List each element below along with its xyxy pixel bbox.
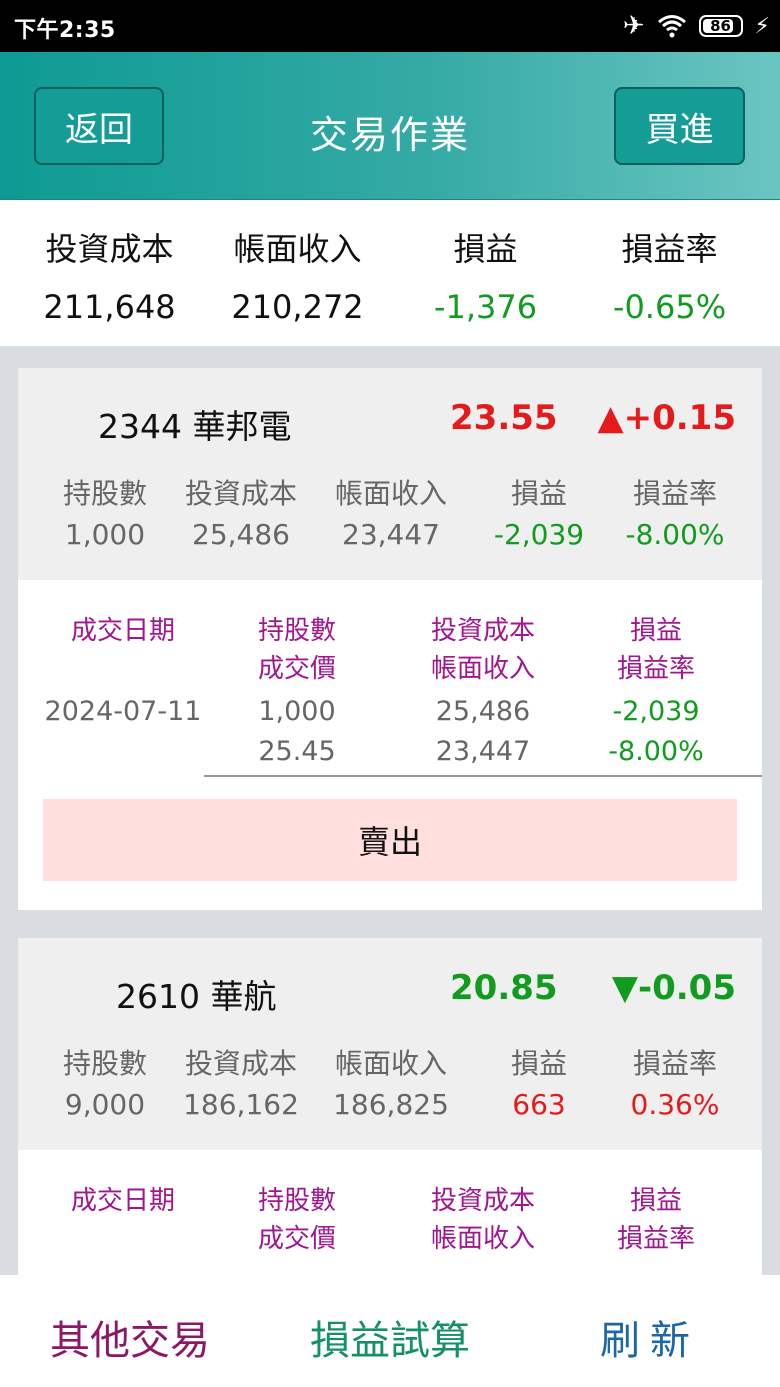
trade-income: 23,447 — [435, 736, 531, 767]
stock-change: ▲+0.15 — [597, 398, 736, 438]
holding-column-headers: 持股數 投資成本 帳面收入 損益 損益率 — [18, 1042, 762, 1082]
other-trades-button[interactable]: 其他交易 — [30, 1308, 230, 1366]
holding-rate: -8.00% — [625, 518, 725, 551]
summary-value: 211,648 — [43, 288, 176, 326]
app-header: 返回 交易作業 買進 — [0, 52, 780, 200]
column-header: 損益 — [510, 1047, 567, 1080]
column-header: 成交價 — [257, 654, 336, 684]
holding-card[interactable]: 2344 華邦電 23.55 ▲+0.15 持股數 投資成本 帳面收入 損益 損… — [18, 368, 762, 910]
column-header: 損益 — [510, 477, 567, 510]
divider — [204, 775, 762, 777]
battery-icon: 86 — [698, 15, 743, 37]
column-header: 投資成本 — [430, 616, 535, 646]
column-header: 損益率 — [616, 654, 695, 684]
holding-income: 186,825 — [333, 1088, 449, 1121]
charging-icon: ⚡ — [754, 13, 770, 39]
column-header: 帳面收入 — [334, 1047, 447, 1080]
column-header: 損益 — [629, 1186, 682, 1216]
trade-cost: 25,486 — [435, 696, 531, 727]
column-header: 損益 — [629, 616, 682, 646]
column-header: 投資成本 — [430, 1186, 535, 1216]
refresh-button[interactable]: 刷新 — [560, 1308, 740, 1366]
column-header: 帳面收入 — [430, 1224, 535, 1254]
column-header: 帳面收入 — [430, 654, 535, 684]
page-title: 交易作業 — [309, 113, 470, 157]
column-header: 投資成本 — [184, 1047, 297, 1080]
holding-values: 9,000 186,162 186,825 663 0.36% — [18, 1088, 762, 1128]
holding-cost: 186,162 — [183, 1088, 299, 1121]
buy-button[interactable]: 買進 — [614, 87, 745, 165]
trade-column-headers: 成交價 帳面收入 損益率 — [18, 1218, 762, 1258]
trade-price: 25.45 — [258, 736, 336, 767]
stock-price: 23.55 — [450, 398, 558, 438]
trade-rate: -8.00% — [608, 736, 704, 767]
trade-column-headers: 成交日期 持股數 投資成本 損益 — [18, 610, 762, 650]
summary-value: 210,272 — [231, 288, 364, 326]
holding-card[interactable]: 2610 華航 20.85 ▼-0.05 持股數 投資成本 帳面收入 損益 損益… — [18, 938, 762, 1275]
holding-rate: 0.36% — [630, 1088, 720, 1121]
trade-column-headers: 成交日期 持股數 投資成本 損益 — [18, 1180, 762, 1220]
trade-column-headers: 成交價 帳面收入 損益率 — [18, 648, 762, 688]
stock-name: 2344 華邦電 — [98, 407, 292, 446]
column-header: 帳面收入 — [334, 477, 447, 510]
airplane-mode-icon: ✈ — [622, 11, 645, 41]
wifi-icon — [657, 15, 686, 38]
portfolio-summary: 投資成本 211,648 帳面收入 210,272 損益 -1,376 損益率 … — [0, 200, 780, 346]
holding-values: 1,000 25,486 23,447 -2,039 -8.00% — [18, 518, 762, 558]
trade-pl: -2,039 — [612, 696, 700, 727]
trade-date: 2024-07-11 — [44, 696, 202, 727]
stock-name: 2610 華航 — [116, 977, 277, 1016]
column-header: 成交價 — [257, 1224, 336, 1254]
column-header: 持股數 — [257, 616, 336, 646]
column-header: 持股數 — [62, 1047, 147, 1080]
trade-shares: 1,000 — [258, 696, 336, 727]
holding-shares: 1,000 — [64, 518, 146, 551]
column-header: 成交日期 — [70, 1186, 175, 1216]
summary-label: 損益率 — [621, 230, 718, 268]
column-header: 損益率 — [632, 477, 717, 510]
summary-value: -1,376 — [433, 288, 538, 326]
summary-label: 損益 — [453, 230, 518, 268]
trade-row: 2024-07-11 1,000 25,486 -2,039 — [18, 696, 762, 736]
sell-button[interactable]: 賣出 — [43, 799, 737, 881]
holding-column-headers: 持股數 投資成本 帳面收入 損益 損益率 — [18, 472, 762, 512]
status-time: 下午2:35 — [14, 18, 116, 43]
column-header: 損益率 — [616, 1224, 695, 1254]
trade-row: 25.45 23,447 -8.00% — [18, 736, 762, 776]
pl-calculator-button[interactable]: 損益試算 — [290, 1308, 490, 1366]
stock-change: ▼-0.05 — [611, 968, 736, 1008]
summary-value: -0.65% — [612, 288, 727, 326]
status-bar: 下午2:35 ✈ 86 ⚡ — [0, 0, 780, 52]
holding-cost: 25,486 — [192, 518, 290, 551]
status-icons: ✈ 86 ⚡ — [623, 10, 770, 42]
column-header: 投資成本 — [184, 477, 297, 510]
holding-pl: 663 — [512, 1088, 566, 1121]
battery-level: 86 — [710, 17, 731, 35]
column-header: 持股數 — [257, 1186, 336, 1216]
holding-shares: 9,000 — [64, 1088, 146, 1121]
stock-price: 20.85 — [450, 968, 558, 1008]
back-button[interactable]: 返回 — [34, 87, 164, 165]
summary-label: 帳面收入 — [233, 230, 362, 268]
holding-income: 23,447 — [342, 518, 440, 551]
summary-label: 投資成本 — [45, 230, 174, 268]
bottom-nav: 其他交易 損益試算 刷新 — [0, 1275, 780, 1387]
holding-header: 2344 華邦電 23.55 ▲+0.15 持股數 投資成本 帳面收入 損益 損… — [18, 368, 762, 580]
column-header: 持股數 — [62, 477, 147, 510]
holding-pl: -2,039 — [493, 518, 585, 551]
column-header: 成交日期 — [70, 616, 175, 646]
holding-header: 2610 華航 20.85 ▼-0.05 持股數 投資成本 帳面收入 損益 損益… — [18, 938, 762, 1150]
column-header: 損益率 — [632, 1047, 717, 1080]
